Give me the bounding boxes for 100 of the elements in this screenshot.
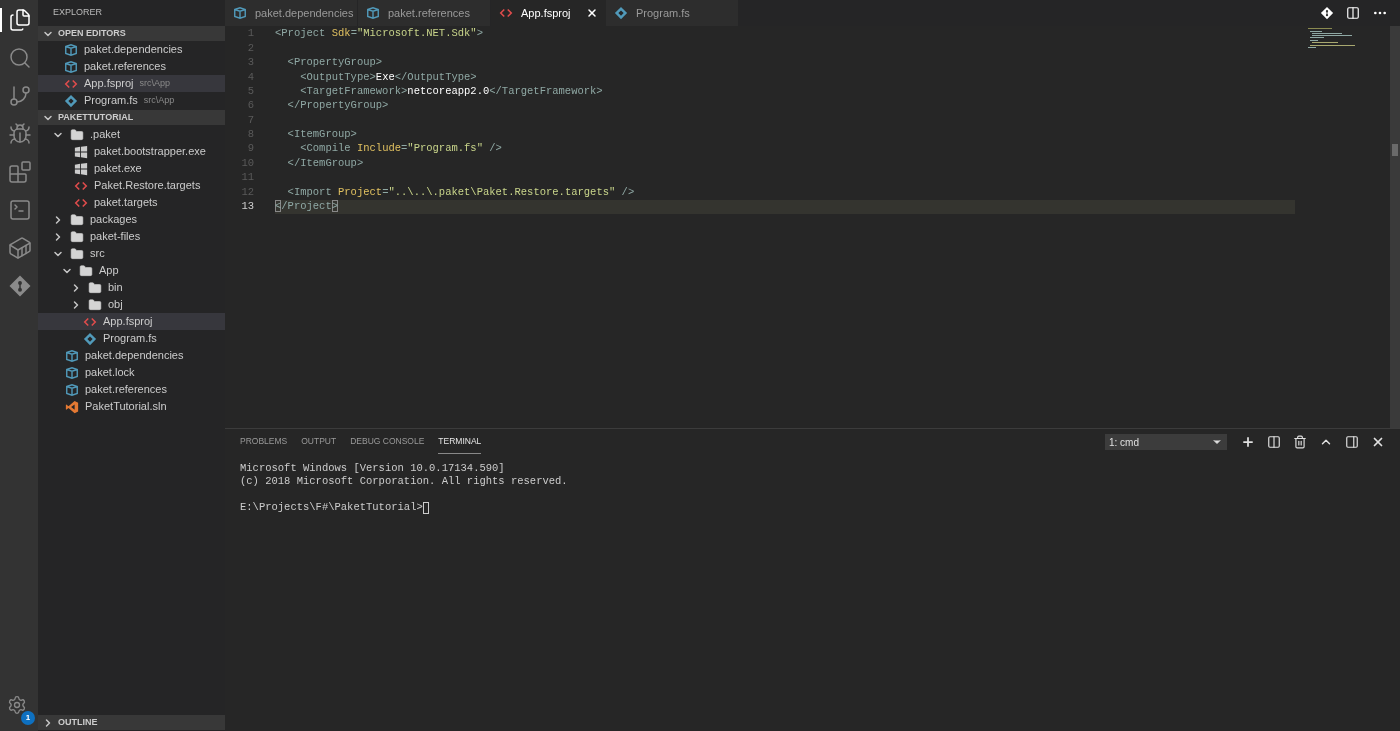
tab-label: paket.references [388,5,470,21]
terminal-line: Microsoft Windows [Version 10.0.17134.590] [240,460,505,476]
container-icon[interactable] [8,236,32,260]
file-name: bin [108,280,123,296]
search-icon[interactable] [8,46,32,70]
terminal-prompt: E:\Projects\F#\PaketTutorial> [240,499,423,515]
cube-icon [64,42,78,57]
code-line: <OutputType>Exe</OutputType> [299,69,477,85]
editor-tab[interactable]: paket.dependencies [225,0,358,26]
code-line: <ItemGroup> [286,127,357,143]
file-row[interactable]: paket.bootstrapper.exe [38,143,225,160]
file-name: paket.exe [94,161,142,177]
file-row[interactable]: App.fsproj [38,313,225,330]
cube-icon [65,348,79,363]
folder-row[interactable]: .paket [38,126,225,143]
extensions-icon[interactable] [8,160,32,184]
cursor [422,501,429,514]
file-row[interactable]: paket.targets [38,194,225,211]
folder-icon [88,280,102,295]
file-name: App.fsproj [103,314,153,330]
folder-row[interactable]: obj [38,296,225,313]
open-editor-row[interactable]: paket.references [38,58,225,75]
open-editor-row[interactable]: App.fsproj src\App [38,75,225,92]
folder-icon [70,246,84,261]
code-line: <PropertyGroup> [286,55,383,71]
file-row[interactable]: paket.dependencies [38,347,225,364]
file-name: paket.lock [85,365,135,381]
settings-icon[interactable] [7,695,27,715]
line-number: 13 [240,199,255,214]
folder-icon [70,127,84,142]
open-editor-row[interactable]: paket.dependencies [38,41,225,58]
folder-row[interactable]: App [38,262,225,279]
windows-icon [74,161,88,176]
files-icon[interactable] [8,8,32,32]
code-line: <TargetFramework>netcoreapp2.0</TargetFramework> [299,83,603,99]
tab-label: Program.fs [636,5,690,21]
file-name: Program.fs [103,331,157,347]
folder-icon [88,297,102,312]
close-icon[interactable] [1371,435,1385,449]
panel-tab[interactable]: DEBUG CONSOLE [350,430,425,454]
split-editor-icon[interactable] [1346,6,1360,20]
section-header[interactable]: OUTLINE [38,715,225,730]
close-icon[interactable] [586,7,598,19]
folder-icon [79,263,93,278]
minimap-drawing [1308,28,1358,48]
folder-icon [70,229,84,244]
cube-icon [65,365,79,380]
cube-icon [64,59,78,74]
visual-studio-icon [65,399,79,414]
file-name: paket.bootstrapper.exe [94,144,206,160]
code-line: <Compile Include="Program.fs" /> [299,141,502,157]
file-row[interactable]: paket.exe [38,160,225,177]
cube-icon [65,382,79,397]
file-name: App.fsproj [84,76,134,92]
code-line: </ItemGroup> [286,155,364,171]
file-name: obj [108,297,123,313]
folder-row[interactable]: paket-files [38,228,225,245]
file-name: Paket.Restore.targets [94,178,201,194]
terminal-icon[interactable] [8,198,32,222]
editor-tab[interactable]: Program.fs [606,0,739,26]
file-row[interactable]: paket.lock [38,364,225,381]
split-terminal-icon[interactable] [1267,435,1281,449]
file-row[interactable]: Program.fs [38,330,225,347]
panel-tab[interactable]: TERMINAL [438,430,482,454]
bug-icon[interactable] [8,122,32,146]
code-line: <Project Sdk="Microsoft.NET.Sdk"> [275,26,483,42]
cube-icon [233,6,247,20]
diamond-icon [614,6,628,20]
notification-badge: 1 [21,711,35,725]
branch-icon[interactable] [8,84,32,108]
section-header[interactable]: PAKETTUTORIAL [38,110,225,125]
file-name: paket.references [84,59,166,75]
add-icon[interactable] [1241,435,1255,449]
file-name: packages [90,212,138,228]
diamond-icon[interactable] [1320,6,1334,20]
file-name: paket.dependencies [84,42,183,58]
file-name: .paket [90,127,120,143]
terminal-select[interactable]: 1: cmd [1105,434,1227,450]
file-row[interactable]: Paket.Restore.targets [38,177,225,194]
file-row[interactable]: paket.references [38,381,225,398]
windows-icon [74,144,88,159]
panel-layout-icon[interactable] [1345,435,1359,449]
folder-icon [70,212,84,227]
file-path: src\App [143,93,175,107]
folder-row[interactable]: packages [38,211,225,228]
diamond-icon [64,93,78,108]
file-name: Program.fs [84,93,138,109]
open-editor-row[interactable]: Program.fs src\App [38,92,225,109]
section-header[interactable]: OPEN EDITORS [38,26,225,41]
code-icon [499,6,513,20]
file-row[interactable]: PaketTutorial.sln [38,398,225,415]
file-name: src [90,246,105,262]
editor-tab[interactable]: paket.references [358,0,491,26]
folder-row[interactable]: bin [38,279,225,296]
panel-tab[interactable]: PROBLEMS [240,430,288,454]
panel-tab[interactable]: OUTPUT [301,430,337,454]
trash-icon[interactable] [1293,435,1307,449]
terminal-line: (c) 2018 Microsoft Corporation. All rights reserved. [240,473,568,489]
diamond-icon [83,331,97,346]
folder-row[interactable]: src [38,245,225,262]
